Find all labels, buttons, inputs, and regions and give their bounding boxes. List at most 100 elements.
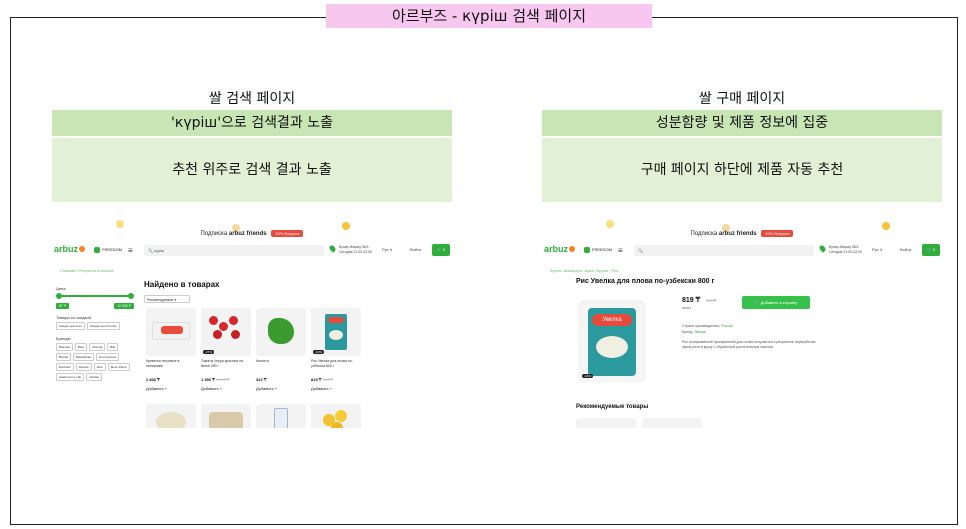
recommended-card[interactable]: [576, 418, 636, 428]
brand-chip[interactable]: Bile: [107, 343, 119, 351]
discount-tag: -10%: [313, 350, 325, 354]
product-card[interactable]: [146, 404, 196, 428]
product-image: Увелка -10%: [578, 300, 646, 382]
product-name[interactable]: Креветки тигровые в панировке: [146, 359, 196, 368]
brand-chip[interactable]: Fleur Alpine: [107, 363, 130, 371]
product-card[interactable]: [256, 404, 306, 428]
right-section-title: 쌀 구매 페이지: [698, 91, 786, 107]
search-page-screenshot: Подписка arbuz friends 10% бонусов arbuz…: [52, 218, 452, 428]
promo-text: Подписка: [690, 231, 718, 238]
shield-icon: [94, 247, 100, 253]
brand-chip[interactable]: Bonsili: [56, 353, 71, 361]
add-to-cart-button[interactable]: Добавить +: [311, 386, 332, 391]
brand-chip[interactable]: Garden: [86, 373, 103, 381]
product-card[interactable]: [311, 404, 361, 428]
logo-dot-icon: [569, 246, 576, 252]
recommended-card[interactable]: [642, 418, 702, 428]
product-image: [152, 322, 190, 340]
discount-tag: -10%: [582, 374, 594, 378]
product-title: Рис Увелка для плова по-узбекски 800 г: [576, 278, 715, 285]
search-input[interactable]: 🔍: [634, 245, 814, 256]
language-select[interactable]: Рус ∨: [872, 247, 883, 252]
right-note: 구매 페이지 하단에 제품 자동 추천: [542, 138, 942, 202]
price-max[interactable]: 12 000 ₸: [114, 303, 134, 309]
brand-chip[interactable]: Gastronomy Lab: [56, 373, 85, 381]
product-card[interactable]: [146, 308, 196, 356]
discount-chips: Скидки для всех Скидки для Friends: [56, 322, 134, 330]
promo-brand: arbuz friends: [718, 231, 757, 238]
promo-banner[interactable]: Подписка arbuz friends 10% бонусов: [542, 230, 942, 237]
decor-dot: [116, 220, 124, 228]
freedom-logo: FREEDOM: [94, 247, 122, 253]
product-card[interactable]: [256, 308, 306, 356]
decor-dot: [882, 222, 890, 230]
add-to-cart-button[interactable]: Добавить +: [201, 386, 222, 391]
brand-chip[interactable]: Dastarkhan: [72, 353, 95, 361]
product-price: 2 830 ₸: [146, 377, 160, 382]
location-pin-icon: [328, 244, 337, 253]
discount-chip[interactable]: Скидки для всех: [56, 322, 85, 330]
main-title: 아르부즈 - күріш 검색 페이지: [326, 4, 652, 28]
filter-sidebar: Цена 57 ₸ 12 000 ₸ Товары со скидкой Ски…: [56, 286, 134, 387]
brands-label: Бренды: [56, 336, 71, 341]
login-link[interactable]: Войти: [410, 247, 421, 252]
breadcrumb[interactable]: Главная / Результаты поиска: [60, 268, 113, 273]
logo-dot-icon: [79, 246, 86, 252]
pack-brand: Увелка: [592, 314, 632, 326]
search-input[interactable]: 🔍 күріш: [144, 245, 324, 256]
cart-button[interactable]: 🛒 0: [922, 244, 940, 256]
promo-badge: 10% бонусов: [271, 230, 304, 237]
freedom-logo: FREEDOM: [584, 247, 612, 253]
product-name[interactable]: Рис Увелка для плова по-узбекски 800 г: [311, 359, 361, 368]
product-price: 819 ₸: [682, 297, 701, 304]
cart-button[interactable]: 🛒 0: [432, 244, 450, 256]
left-highlight: 'күріш'으로 검색결과 노출: [52, 110, 452, 136]
rice-package: Увелка: [588, 308, 636, 376]
product-card[interactable]: -27%: [201, 308, 251, 356]
decor-dot: [342, 222, 350, 230]
language-select[interactable]: Рус ∨: [382, 247, 393, 252]
delivery-address[interactable]: Бухар-Жырау 56/1 Сегодня 21:00-22:00: [339, 245, 381, 255]
product-name[interactable]: Кинза кг: [256, 359, 306, 364]
product-price: 819 ₸ 900 ₸: [311, 377, 333, 382]
old-price: 910 ₸: [706, 298, 717, 303]
arbuz-logo[interactable]: arbuz: [54, 244, 86, 254]
promo-text: Подписка: [200, 231, 228, 238]
brand-chip[interactable]: Eclipse: [76, 363, 92, 371]
decor-dot: [606, 220, 614, 228]
product-card[interactable]: [201, 404, 251, 428]
price-label: Цена: [56, 286, 66, 291]
discount-chip[interactable]: Скидки для Friends: [86, 322, 120, 330]
brand-chip[interactable]: Akmola: [89, 343, 106, 351]
site-header: arbuz FREEDOM ≡ 🔍 күріш Бухар-Жырау 56/1…: [52, 244, 452, 258]
discount-tag: -27%: [203, 350, 215, 354]
promo-banner[interactable]: Подписка arbuz friends 10% бонусов: [52, 230, 452, 237]
arbuz-logo[interactable]: arbuz: [544, 244, 576, 254]
login-link[interactable]: Войти: [900, 247, 911, 252]
add-to-cart-button[interactable]: 🛒 Добавить в корзину: [742, 296, 810, 309]
shield-icon: [584, 247, 590, 253]
price-slider[interactable]: [56, 293, 134, 299]
location-pin-icon: [818, 244, 827, 253]
breadcrumb[interactable]: Крупы, макароны, мука / Крупы / Рис: [550, 268, 619, 273]
add-to-cart-button[interactable]: Добавить +: [146, 386, 167, 391]
brand-chip[interactable]: EcoFarm: [56, 363, 75, 371]
brand-chip[interactable]: Baro: [74, 343, 88, 351]
country-info: Страна производитель: Россия: [682, 324, 733, 328]
brand-chip[interactable]: Elve: [93, 363, 106, 371]
sort-select[interactable]: Рекомендуемые ▾: [144, 295, 190, 303]
price-min[interactable]: 57 ₸: [56, 303, 70, 309]
product-card[interactable]: -10%: [311, 308, 361, 356]
add-to-cart-button[interactable]: Добавить +: [256, 386, 277, 391]
brand-info: Бренд: Увелка: [682, 330, 706, 334]
menu-icon[interactable]: ≡: [128, 246, 133, 255]
right-highlight: 성분함량 및 제품 정보에 집중: [542, 110, 942, 136]
price-range: 57 ₸ 12 000 ₸: [56, 303, 134, 309]
promo-badge: 10% бонусов: [761, 230, 794, 237]
menu-icon[interactable]: ≡: [618, 246, 623, 255]
brand-chips: Basmati Baro Akmola Bile Bonsili Dastark…: [56, 343, 134, 381]
delivery-address[interactable]: Бухар-Жырау 56/1 Сегодня 21:00-22:00: [829, 245, 871, 255]
product-name[interactable]: Томаты черри красные на ветке 250 г: [201, 359, 251, 368]
brand-chip[interactable]: Basmati: [56, 343, 73, 351]
brand-chip[interactable]: Eco Farmers: [96, 353, 120, 361]
